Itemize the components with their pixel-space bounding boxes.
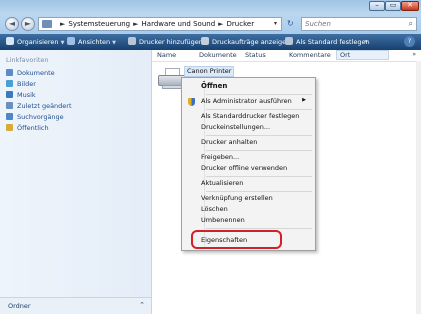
menu-separator [206, 191, 312, 192]
favorites-header: Linkfavoriten [6, 56, 49, 64]
minimize-button[interactable]: – [369, 1, 385, 11]
recent-icon [6, 102, 13, 109]
title-bar: – ▭ ✕ [0, 0, 421, 14]
default-printer-icon [285, 37, 293, 45]
context-menu: Öffnen Als Administrator ausführen ▶ Als … [181, 77, 316, 251]
printers-explorer-window: – ▭ ✕ ◄ ► ► Systemsteuerung ► Hardware und … [0, 0, 421, 314]
sidebar-item-dokumente[interactable]: Dokumente [6, 69, 55, 78]
forward-button[interactable]: ► [21, 17, 35, 31]
menu-item-run-as-admin[interactable]: Als Administrator ausführen ▶ [188, 97, 308, 107]
breadcrumb-systemsteuerung[interactable]: Systemsteuerung [68, 20, 130, 28]
menu-separator [206, 176, 312, 177]
control-panel-icon [42, 20, 52, 28]
address-bar[interactable]: ► Systemsteuerung ► Hardware und Sound ► Druc… [38, 17, 282, 31]
address-row: ◄ ► ► Systemsteuerung ► Hardware und Sound ►… [0, 14, 421, 34]
address-dropdown-icon[interactable]: ▾ [274, 20, 277, 27]
folders-label: Ordner [8, 302, 31, 310]
sidebar-item-bilder[interactable]: Bilder [6, 80, 36, 89]
menu-separator [206, 150, 312, 151]
searches-icon [6, 113, 13, 120]
close-button[interactable]: ✕ [401, 1, 419, 11]
scrollbar[interactable] [416, 61, 421, 314]
public-folder-icon [6, 124, 13, 131]
close-icon: ✕ [407, 1, 413, 9]
print-jobs-icon [201, 37, 209, 45]
show-print-jobs-button[interactable]: Druckaufträge anzeigen [201, 37, 290, 46]
uac-shield-icon [188, 98, 195, 106]
refresh-icon[interactable]: ↻ [287, 19, 294, 28]
folders-toggle[interactable]: Ordner ⌃ [0, 297, 151, 314]
column-comments[interactable]: Kommentare [286, 51, 336, 61]
menu-item-delete[interactable]: Löschen [188, 205, 308, 215]
breadcrumb-separator-icon: ► [60, 20, 66, 28]
sidebar-item-suchvorgaenge[interactable]: Suchvorgänge [6, 113, 64, 122]
menu-separator [206, 135, 312, 136]
breadcrumb-separator-icon[interactable]: ► [215, 20, 226, 28]
sidebar-item-zuletzt-geaendert[interactable]: Zuletzt geändert [6, 102, 72, 111]
menu-item-sharing[interactable]: Freigeben... [188, 153, 308, 163]
navigation-pane: Linkfavoriten Dokumente Bilder Musik Zul… [0, 50, 152, 314]
menu-separator [206, 228, 312, 229]
menu-item-refresh[interactable]: Aktualisieren [188, 179, 308, 189]
search-input[interactable] [305, 19, 401, 29]
back-arrow-icon: ◄ [8, 19, 16, 28]
forward-arrow-icon: ► [24, 19, 32, 28]
menu-item-use-offline[interactable]: Drucker offline verwenden [188, 164, 308, 174]
command-toolbar: Organisieren ▼ Ansichten ▼ Drucker hinzufü… [0, 34, 421, 50]
maximize-button[interactable]: ▭ [385, 1, 401, 11]
views-icon [67, 37, 75, 45]
menu-item-create-shortcut[interactable]: Verknüpfung erstellen [188, 194, 308, 204]
submenu-arrow-icon: ▶ [302, 97, 306, 103]
printer-name-label[interactable]: Canon Printer [184, 66, 235, 77]
column-location[interactable]: Ort [336, 50, 389, 60]
menu-separator [206, 109, 312, 110]
menu-item-rename[interactable]: Umbenennen [188, 216, 308, 226]
columns-overflow-button[interactable]: » [412, 51, 416, 58]
add-printer-button[interactable]: Drucker hinzufügen [128, 37, 203, 46]
set-default-button[interactable]: Als Standard festlegen [285, 37, 370, 46]
menu-item-set-default-printer[interactable]: Als Standarddrucker festlegen [188, 112, 308, 122]
back-button[interactable]: ◄ [5, 17, 19, 31]
menu-separator [206, 94, 312, 95]
breadcrumb-hardware-sound[interactable]: Hardware und Sound [142, 20, 216, 28]
breadcrumb-separator-icon[interactable]: ► [130, 20, 141, 28]
breadcrumb: ► Systemsteuerung ► Hardware und Sound ► Druc… [57, 20, 254, 28]
chevron-up-icon: ⌃ [139, 301, 145, 309]
add-printer-icon [128, 37, 136, 45]
sidebar-item-musik[interactable]: Musik [6, 91, 36, 100]
music-icon [6, 91, 13, 98]
organize-icon [6, 37, 14, 45]
properties-highlight-ring [191, 230, 282, 249]
chevron-down-icon: ▼ [60, 40, 65, 46]
toolbar-overflow-button[interactable]: » [364, 37, 368, 45]
documents-icon [6, 69, 13, 76]
column-documents[interactable]: Dokumente [196, 51, 243, 61]
organize-button[interactable]: Organisieren ▼ [6, 37, 64, 46]
maximize-icon: ▭ [389, 1, 397, 9]
search-icon[interactable]: ⌕ [409, 19, 413, 29]
sidebar-item-oeffentlich[interactable]: Öffentlich [6, 124, 49, 133]
pictures-icon [6, 80, 13, 87]
help-button[interactable]: ? [404, 36, 415, 47]
menu-item-printing-preferences[interactable]: Druckeinstellungen... [188, 123, 308, 133]
menu-item-pause-printer[interactable]: Drucker anhalten [188, 138, 308, 148]
views-button[interactable]: Ansichten ▼ [67, 37, 116, 46]
minimize-icon: – [375, 1, 379, 9]
search-box[interactable]: ⌕ [301, 17, 417, 31]
column-header-bar: Name Dokumente Status Kommentare Ort » [152, 50, 421, 62]
menu-item-open[interactable]: Öffnen [188, 82, 308, 92]
column-status[interactable]: Status [242, 51, 284, 61]
column-name[interactable]: Name [154, 51, 194, 61]
chevron-down-icon: ▼ [112, 40, 116, 46]
breadcrumb-drucker[interactable]: Drucker [227, 20, 255, 28]
